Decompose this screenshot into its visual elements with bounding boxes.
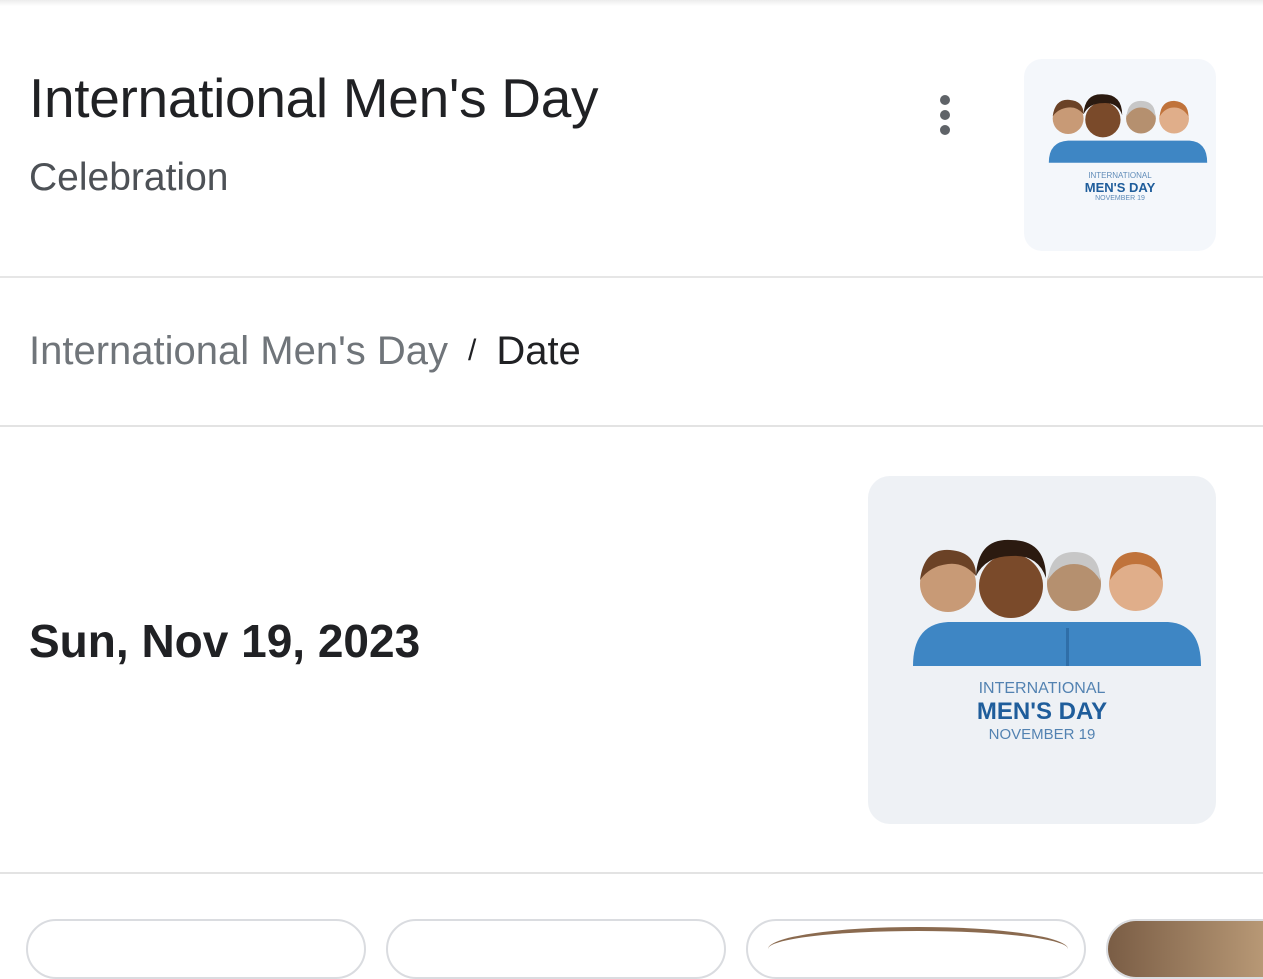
breadcrumb: International Men's Day / Date (29, 326, 581, 376)
section-divider-bottom (0, 872, 1263, 874)
mens-day-illustration-large (913, 539, 1201, 666)
section-divider (0, 425, 1263, 427)
thumb-large-line2: MEN'S DAY (976, 698, 1108, 725)
related-image-chip[interactable] (746, 919, 1086, 979)
thumb-large-line1: INTERNATIONAL (978, 680, 1106, 697)
chip-image (768, 927, 1068, 971)
breadcrumb-parent-link[interactable]: International Men's Day (29, 329, 448, 374)
answer-thumbnail[interactable]: INTERNATIONAL MEN'S DAY NOVEMBER 19 (868, 476, 1216, 824)
breadcrumb-current: Date (496, 328, 581, 373)
thumb-large-line3: NOVEMBER 19 (988, 726, 1096, 743)
related-image-chip[interactable] (1106, 919, 1263, 979)
thumb-small-line3: NOVEMBER 19 (1095, 195, 1145, 202)
thumb-small-line2: MEN'S DAY (1084, 180, 1156, 195)
breadcrumb-separator: / (467, 334, 477, 367)
related-chip[interactable] (386, 919, 726, 979)
thumb-small-line1: INTERNATIONAL (1088, 171, 1152, 180)
related-chip[interactable] (26, 919, 366, 979)
more-options-button[interactable] (920, 85, 972, 143)
chip-image (1108, 921, 1263, 977)
mens-day-illustration (1048, 94, 1208, 163)
knowledge-header: International Men's Day Celebration INTE… (0, 0, 1263, 278)
page-title: International Men's Day (29, 67, 599, 129)
header-thumbnail[interactable]: INTERNATIONAL MEN'S DAY NOVEMBER 19 (1024, 59, 1216, 251)
page-subtitle: Celebration (29, 156, 229, 199)
date-answer: Sun, Nov 19, 2023 (29, 615, 421, 667)
